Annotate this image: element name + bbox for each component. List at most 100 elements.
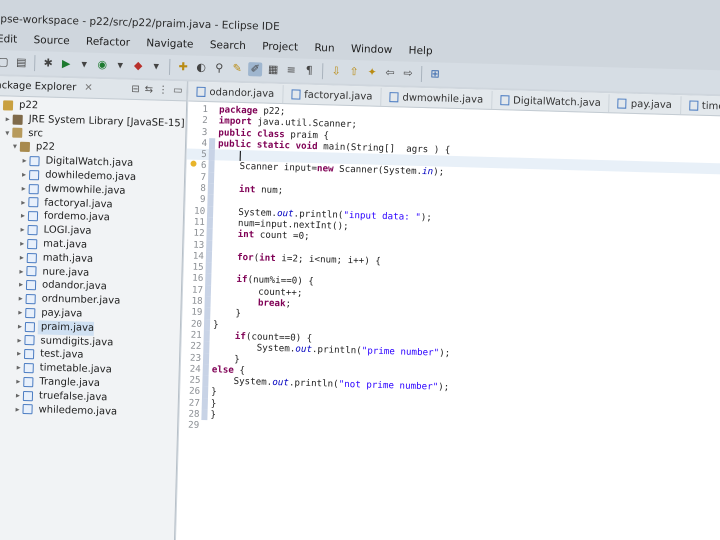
editor-tab[interactable]: DigitalWatch.java (491, 90, 611, 113)
new-class-icon[interactable]: ✚ (176, 60, 190, 74)
next-annotation-icon[interactable]: ⇩ (329, 64, 343, 78)
java-file-icon (27, 211, 39, 222)
chevron-icon[interactable]: ▸ (16, 278, 26, 292)
line-number: 6 (186, 160, 208, 172)
chevron-icon[interactable]: ▸ (16, 264, 26, 278)
java-file-icon (23, 363, 34, 374)
chevron-icon[interactable]: ▸ (15, 292, 25, 306)
line-number: 17 (191, 284, 204, 296)
open-type-icon[interactable]: ◐ (194, 61, 208, 75)
line-number: 1 (202, 103, 209, 116)
external-tools-icon[interactable]: ▾ (113, 58, 127, 72)
line-number: 2 (202, 115, 208, 127)
java-file-icon (617, 98, 627, 109)
run-icon[interactable]: ▶ (59, 57, 73, 71)
code-text: } (210, 397, 217, 410)
back-icon[interactable]: ⇦ (383, 66, 397, 80)
line-number: 19 (191, 306, 203, 319)
menu-source[interactable]: Source (33, 34, 69, 47)
editor-tab[interactable]: odandor.java (188, 82, 284, 104)
editor-tab-label: pay.java (630, 98, 673, 111)
search-icon[interactable]: ⚲ (212, 61, 226, 75)
open-task-icon[interactable]: ✎ (230, 62, 244, 76)
java-file-icon (28, 183, 39, 194)
chevron-icon[interactable]: ▸ (19, 182, 29, 196)
menu-navigate[interactable]: Navigate (146, 37, 193, 50)
show-whitespace-icon[interactable]: ¶ (302, 64, 316, 78)
menu-refactor[interactable]: Refactor (86, 36, 130, 49)
chevron-icon[interactable]: ▸ (19, 154, 29, 168)
line-number: 25 (189, 374, 201, 387)
chevron-icon[interactable]: ▾ (2, 126, 12, 140)
close-icon[interactable]: ✕ (84, 83, 93, 94)
java-file-icon (25, 307, 36, 319)
toolbar-divider (321, 63, 324, 80)
chevron-icon[interactable]: ▸ (2, 112, 12, 126)
menu-run[interactable]: Run (314, 42, 334, 55)
java-file-icon (28, 169, 40, 181)
debug-icon[interactable]: ✱ (41, 56, 55, 70)
chevron-icon[interactable]: ▸ (14, 361, 24, 375)
block-selection-icon[interactable]: ▦ (266, 63, 280, 77)
menu-search[interactable]: Search (210, 39, 246, 52)
chevron-icon[interactable]: ▸ (13, 388, 23, 402)
word-wrap-icon[interactable]: ≡ (284, 63, 298, 77)
new-java-project-icon[interactable]: ◆ (131, 59, 145, 73)
chevron-icon[interactable]: ▸ (12, 402, 22, 416)
tree-item-label: math.java (42, 252, 94, 265)
warning-icon[interactable] (190, 161, 197, 168)
eclipse-window: ipse-workspace - p22/src/p22/praim.java … (0, 0, 720, 540)
chevron-icon[interactable]: ▸ (18, 209, 28, 223)
forward-icon[interactable]: ⇨ (401, 66, 415, 80)
chevron-icon[interactable]: ▸ (17, 237, 27, 251)
last-edit-location-icon[interactable]: ✦ (365, 65, 379, 79)
chevron-icon[interactable]: ▸ (17, 251, 27, 265)
line-number: 26 (188, 386, 201, 398)
line-number: 28 (188, 408, 200, 420)
chevron-icon[interactable]: ▸ (17, 223, 27, 237)
chevron-icon[interactable]: ▸ (15, 306, 25, 320)
chevron-icon[interactable]: ▸ (15, 319, 25, 333)
java-file-icon (196, 86, 206, 97)
chevron-icon[interactable]: ▸ (13, 375, 23, 389)
menu-window[interactable]: Window (351, 43, 393, 56)
java-file-icon (23, 376, 34, 388)
chevron-icon[interactable]: ▸ (14, 333, 24, 347)
editor-tab[interactable]: dwmowhile.java (381, 87, 493, 109)
java-file-icon (26, 266, 37, 277)
tree-item-label: LOGI.java (43, 224, 92, 237)
line-number: 20 (190, 318, 203, 330)
java-file-icon (28, 197, 39, 208)
menu-edit[interactable]: Edit (0, 33, 17, 46)
link-with-editor-icon[interactable]: ⇆ (145, 84, 154, 95)
toggle-mark-occurrences-icon[interactable]: ✐ (247, 62, 263, 77)
previous-annotation-icon[interactable]: ⇧ (347, 65, 361, 79)
chevron-icon[interactable]: ▸ (19, 168, 29, 182)
new-file-icon[interactable]: ▢ (0, 55, 10, 69)
code-editor: odandor.java factoryal.java dwmowhile.java… (175, 81, 720, 540)
code-text: } (210, 386, 217, 398)
menu-project[interactable]: Project (262, 41, 298, 54)
minimize-icon[interactable]: ▭ (173, 85, 183, 96)
editor-tab[interactable]: factoryal.java (282, 85, 382, 106)
run-dropdown-icon[interactable]: ▾ (77, 57, 91, 71)
editor-tab[interactable]: timeta (680, 96, 720, 116)
line-number: 3 (201, 126, 208, 138)
coverage-icon[interactable]: ◉ (95, 58, 109, 72)
open-perspective-icon[interactable]: ⊞ (428, 67, 442, 81)
java-file-icon (291, 89, 301, 100)
new-package-icon[interactable]: ▾ (149, 59, 163, 73)
code-area[interactable]: 1 package p22; 2 import java.util.Scanner; 3… (179, 103, 720, 446)
chevron-icon[interactable]: ▸ (14, 347, 24, 361)
line-number: 12 (193, 227, 205, 240)
chevron-icon[interactable]: ▾ (10, 140, 20, 154)
view-menu-icon[interactable]: ⋮ (158, 85, 168, 96)
editor-tab[interactable]: pay.java (609, 94, 682, 115)
save-icon[interactable]: ▤ (14, 56, 28, 70)
chevron-icon[interactable]: ▸ (18, 195, 28, 209)
line-number: 11 (193, 216, 206, 228)
java-file-icon (25, 280, 37, 291)
collapse-all-icon[interactable]: ⊟ (131, 84, 140, 95)
menu-help[interactable]: Help (408, 45, 432, 58)
